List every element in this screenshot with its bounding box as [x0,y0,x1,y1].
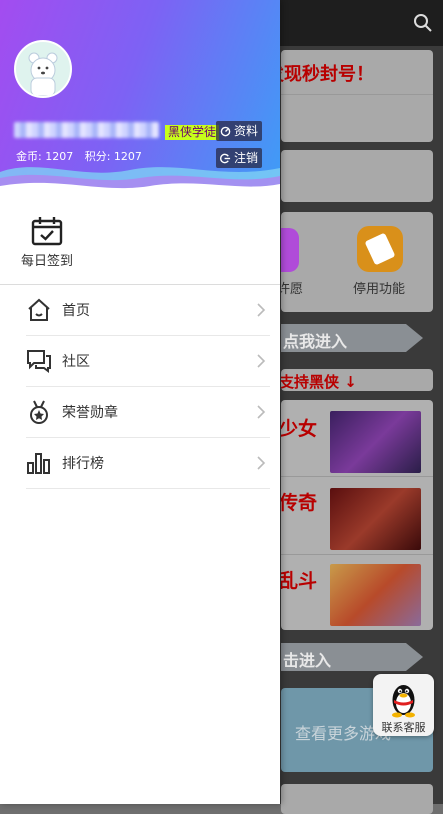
chevron-right-icon [257,405,266,419]
menu-item-label: 荣誉勋章 [62,405,118,421]
game-title: 乱斗 [281,570,318,592]
contact-service-button[interactable]: 联系客服 [373,674,434,736]
menu-item-label: 社区 [62,354,90,370]
drawer-header: 黑侠学徒 金币: 1207 积分: 1207 资料 注销 [0,0,280,200]
calendar-check-icon [31,217,63,246]
header-wave [0,167,280,200]
side-drawer: 黑侠学徒 金币: 1207 积分: 1207 资料 注销 每日签到 首页 社区 … [0,0,280,804]
divider [281,94,433,95]
settings-circle-icon [220,126,231,136]
disable-feature-label: 停用功能 [353,282,406,297]
ticket-icon [364,232,396,266]
avatar[interactable] [14,40,72,98]
chevron-right-icon [257,456,266,470]
game-thumbnail [330,564,421,626]
icon-card: 许愿 停用功能 [281,212,433,312]
wish-icon[interactable] [281,228,299,272]
notice-card[interactable]: 发现秒封号！ [281,50,433,142]
bar-chart-icon [27,453,50,474]
menu-item-leaderboard[interactable]: 排行榜 [26,438,270,489]
chevron-right-icon [257,303,266,317]
daily-checkin-button[interactable]: 每日签到 [14,212,80,272]
search-icon[interactable] [413,13,433,33]
chat-icon [27,350,51,373]
menu-item-label: 排行榜 [62,456,104,472]
menu-item-label: 首页 [62,303,90,319]
game-title: 传奇 [281,492,318,514]
menu-item-honor-medals[interactable]: 荣誉勋章 [26,387,270,438]
support-text: 支持黑侠 ↓ [281,373,357,391]
rank-badge: 黑侠学徒 [165,125,220,140]
drawer-menu: 首页 社区 荣誉勋章 排行榜 [0,285,280,489]
daily-checkin-label: 每日签到 [20,254,73,269]
bottom-card [281,784,433,814]
game-thumbnail [330,488,421,550]
wish-label: 许愿 [281,282,304,297]
home-icon [28,298,50,321]
game-thumbnail [330,411,421,473]
enter-banner-label: 点我进入 [283,332,348,351]
notice-text: 发现秒封号！ [281,64,374,85]
spacer-card [281,150,433,202]
bear-avatar-icon [28,52,58,96]
profile-button-label: 资料 [234,124,259,138]
qq-penguin-icon [392,685,415,718]
enter-banner-label: 击进入 [283,651,332,670]
menu-item-community[interactable]: 社区 [26,336,270,387]
profile-button[interactable]: 资料 [216,121,263,141]
support-card: 支持黑侠 ↓ [281,369,433,391]
enter-banner[interactable]: 击进入 [281,643,423,671]
username-obscured [14,122,159,138]
contact-service-label: 联系客服 [381,721,426,734]
chevron-right-icon [257,354,266,368]
menu-item-home[interactable]: 首页 [26,285,270,336]
medal-icon [30,400,48,424]
game-title: 少女 [281,418,318,440]
enter-banner[interactable]: 点我进入 [281,324,423,352]
disable-feature-icon[interactable] [357,226,403,272]
